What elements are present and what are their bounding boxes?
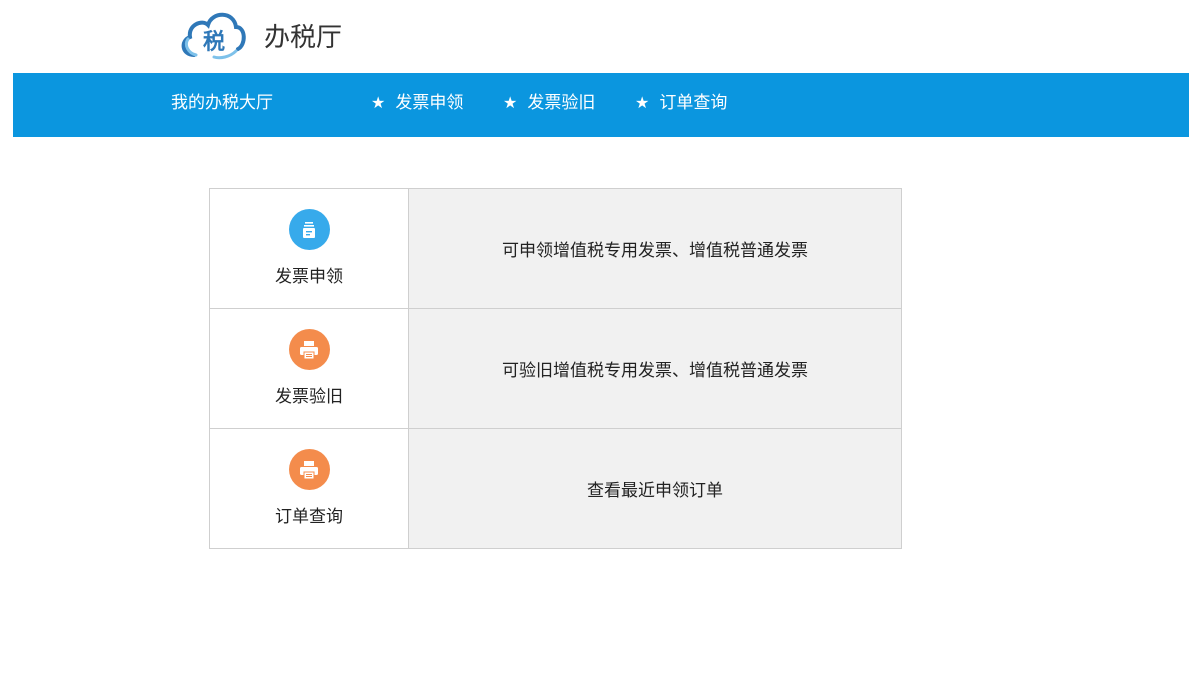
table-row: 发票验旧 可验旧增值税专用发票、增值税普通发票 [209,308,902,429]
service-description: 可验旧增值税专用发票、增值税普通发票 [408,308,902,429]
nav-item-order-query[interactable]: ★ 订单查询 [635,73,727,137]
main-nav: 我的办税大厅 ★ 发票申领 ★ 发票验旧 ★ 订单查询 [13,73,1189,137]
service-label: 发票申领 [275,267,343,287]
invoice-apply-icon [288,209,330,250]
nav-item-invoice-verify[interactable]: ★ 发票验旧 [503,73,595,137]
star-icon: ★ [503,93,518,112]
nav-item-label: 订单查询 [659,93,728,113]
service-invoice-apply[interactable]: 发票申领 [209,188,409,309]
logo-character: 税 [203,30,226,55]
nav-item-label: 发票验旧 [527,93,596,113]
star-icon: ★ [635,93,650,112]
nav-home-link[interactable]: 我的办税大厅 [171,73,273,137]
printer-icon [288,329,330,370]
printer-icon [288,449,330,490]
service-label: 发票验旧 [275,387,343,407]
service-order-query[interactable]: 订单查询 [209,428,409,549]
page: 税 办税厅 我的办税大厅 ★ 发票申领 ★ 发票验旧 ★ 订单查询 发票申领 可… [0,0,1204,691]
site-header: 税 办税厅 [180,2,342,68]
star-icon: ★ [371,93,386,112]
nav-item-invoice-apply[interactable]: ★ 发票申领 [371,73,463,137]
table-row: 发票申领 可申领增值税专用发票、增值税普通发票 [209,188,902,309]
service-description: 查看最近申领订单 [408,428,902,549]
nav-item-label: 发票申领 [395,93,464,113]
service-invoice-verify[interactable]: 发票验旧 [209,308,409,429]
service-label: 订单查询 [275,507,343,527]
table-row: 订单查询 查看最近申领订单 [209,428,902,549]
site-title: 办税厅 [264,22,343,53]
service-table: 发票申领 可申领增值税专用发票、增值税普通发票 发票验旧 可验旧增值税专用发票、… [209,188,902,549]
tax-cloud-logo: 税 [180,5,246,65]
service-description: 可申领增值税专用发票、增值税普通发票 [408,188,902,309]
